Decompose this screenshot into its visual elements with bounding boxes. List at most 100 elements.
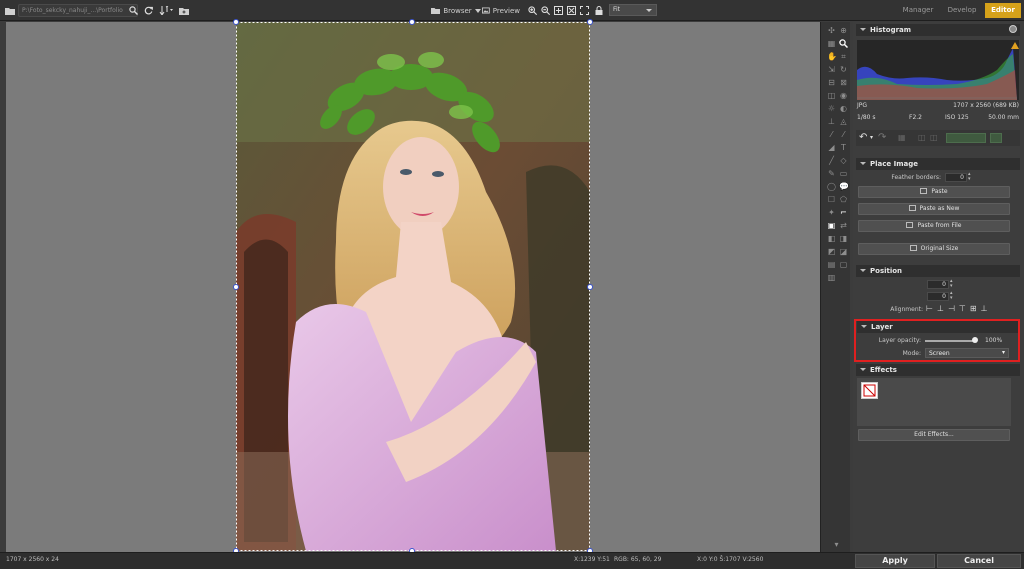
lock-icon[interactable] (593, 3, 604, 18)
path-field[interactable]: P:\Foto_sekcky_nahuji_...\Portfolio (18, 4, 138, 17)
hand-icon[interactable]: ✋ (827, 52, 837, 61)
undo-icon[interactable]: ↶ (859, 132, 867, 143)
tab-develop[interactable]: Develop (940, 3, 984, 18)
align-bottom-icon[interactable]: ⊥ (981, 304, 992, 313)
ellipse-icon[interactable]: ◯ (827, 182, 836, 191)
selection-brush-icon[interactable]: ⌐ (839, 208, 848, 217)
preview-button[interactable]: Preview (482, 3, 520, 18)
position-header[interactable]: Position (856, 265, 1020, 277)
original-size-button[interactable]: Original Size (858, 243, 1010, 255)
zoom-select[interactable]: Fit (609, 4, 657, 16)
actual-size-icon[interactable] (566, 3, 577, 18)
tab-editor[interactable]: Editor (985, 3, 1021, 18)
gradient-icon[interactable]: ◩ (827, 247, 836, 256)
fullscreen-icon[interactable] (579, 3, 590, 18)
heal-icon[interactable]: ✎ (827, 169, 836, 178)
compare-button[interactable] (990, 133, 1002, 143)
y-input[interactable]: 0 (927, 292, 949, 301)
paste-settings-icon[interactable]: ◫ (930, 133, 938, 142)
histogram-header[interactable]: Histogram (856, 24, 1020, 36)
exposure-icon[interactable]: ☼ (827, 104, 836, 113)
layer-header[interactable]: Layer (857, 321, 1018, 333)
layer-icon[interactable]: ◧ (827, 234, 836, 243)
place-image-icon[interactable]: ▣ (827, 221, 836, 230)
search-icon[interactable] (127, 3, 139, 18)
rotate-icon[interactable]: ↻ (839, 65, 848, 74)
rectangle-icon[interactable]: ▭ (839, 169, 848, 178)
move-icon[interactable]: ✣ (827, 26, 836, 35)
redo-icon[interactable]: ↷ (878, 132, 886, 143)
eye-icon[interactable]: ◉ (839, 91, 848, 100)
magic-wand-icon[interactable]: ✦ (827, 208, 836, 217)
align-top-icon[interactable]: ⊤ (959, 304, 970, 313)
history-icon[interactable]: ▦ (898, 133, 906, 142)
noise-icon[interactable]: ▤ (827, 260, 836, 269)
mask-icon[interactable]: ◨ (839, 234, 848, 243)
warp-icon[interactable]: ◪ (839, 247, 848, 256)
alignment-buttons[interactable]: ⊢⊥⊣⊤⊞⊥ (926, 304, 992, 313)
x-stepper[interactable]: ▴ ▾ (950, 279, 953, 289)
handle-left[interactable] (233, 284, 239, 290)
fit-icon[interactable] (553, 3, 564, 18)
perspective-icon[interactable]: ⊠ (839, 78, 848, 87)
misc-icon[interactable]: ▥ (827, 273, 836, 282)
align-left-icon[interactable]: ⊢ (926, 304, 937, 313)
y-stepper[interactable]: ▴ ▾ (950, 291, 953, 301)
lasso-icon[interactable]: ☐ (827, 195, 836, 204)
cancel-button[interactable]: Cancel (937, 554, 1021, 568)
grid-icon[interactable]: ▦ (827, 39, 836, 48)
apply-button[interactable]: Apply (855, 554, 935, 568)
zoom-in-icon[interactable] (527, 3, 538, 18)
pan-icon[interactable]: ⊕ (839, 26, 848, 35)
speech-bubble-icon[interactable]: 💬 (839, 182, 849, 191)
feather-input[interactable]: 0 (945, 173, 967, 182)
feather-stepper[interactable]: ▴ ▾ (968, 172, 971, 182)
opacity-slider-knob[interactable] (972, 337, 978, 343)
straighten-icon[interactable]: ⊟ (827, 78, 836, 87)
edit-effects-button[interactable]: Edit Effects... (858, 429, 1010, 441)
align-center-h-icon[interactable]: ⊥ (937, 304, 948, 313)
browser-button[interactable]: Browser (431, 3, 481, 18)
sharpen-icon[interactable]: ◬ (839, 117, 848, 126)
vignette-icon[interactable]: ▢ (839, 260, 848, 269)
polygon-icon[interactable]: ⬠ (839, 195, 848, 204)
crop-icon[interactable]: ⌗ (839, 52, 848, 61)
brush-icon[interactable]: ⊥ (827, 117, 836, 126)
zoom-out-icon[interactable] (540, 3, 551, 18)
save-apply-button[interactable] (946, 133, 986, 143)
align-right-icon[interactable]: ⊣ (948, 304, 959, 313)
color-icon[interactable]: ◐ (839, 104, 848, 113)
place-image-header[interactable]: Place Image (856, 158, 1020, 170)
blend-mode-select[interactable]: Screen ▾ (925, 348, 1009, 358)
align-center-v-icon[interactable]: ⊞ (970, 304, 981, 313)
handle-top[interactable] (409, 19, 415, 25)
folder-add-icon[interactable] (178, 3, 190, 18)
copy-icon[interactable]: ◫ (918, 133, 926, 142)
text-icon[interactable]: T (839, 143, 848, 152)
undo-dropdown-icon[interactable]: ▾ (870, 134, 873, 141)
zoom-tool-icon[interactable] (839, 39, 849, 49)
opacity-slider-track[interactable] (925, 337, 978, 343)
x-input[interactable]: 0 (927, 280, 949, 289)
effects-header[interactable]: Effects (856, 364, 1020, 376)
paste-from-file-button[interactable]: Paste from File (858, 220, 1010, 232)
refresh-icon[interactable] (142, 3, 154, 18)
handle-right[interactable] (587, 284, 593, 290)
sort-icon[interactable] (157, 3, 175, 18)
paste-button[interactable]: Paste (858, 186, 1010, 198)
no-effect-icon[interactable] (861, 382, 878, 399)
paste-as-new-button[interactable]: Paste as New (858, 203, 1010, 215)
tab-manager[interactable]: Manager (896, 3, 940, 18)
pen-icon[interactable]: ⁄ (827, 130, 836, 139)
handle-top-right[interactable] (587, 19, 593, 25)
histogram-settings-icon[interactable] (1009, 25, 1017, 33)
folder-icon[interactable] (4, 3, 16, 18)
line-icon[interactable]: ╱ (827, 156, 836, 165)
handle-top-left[interactable] (233, 19, 239, 25)
transform-icon[interactable]: ⇄ (839, 221, 848, 230)
dodge-icon[interactable]: ◢ (827, 143, 836, 152)
levels-icon[interactable]: ◫ (827, 91, 836, 100)
eraser-icon[interactable]: ◇ (839, 156, 848, 165)
strip-scroll-down-icon[interactable]: ▾ (832, 540, 841, 549)
resize-icon[interactable]: ⇲ (827, 65, 836, 74)
